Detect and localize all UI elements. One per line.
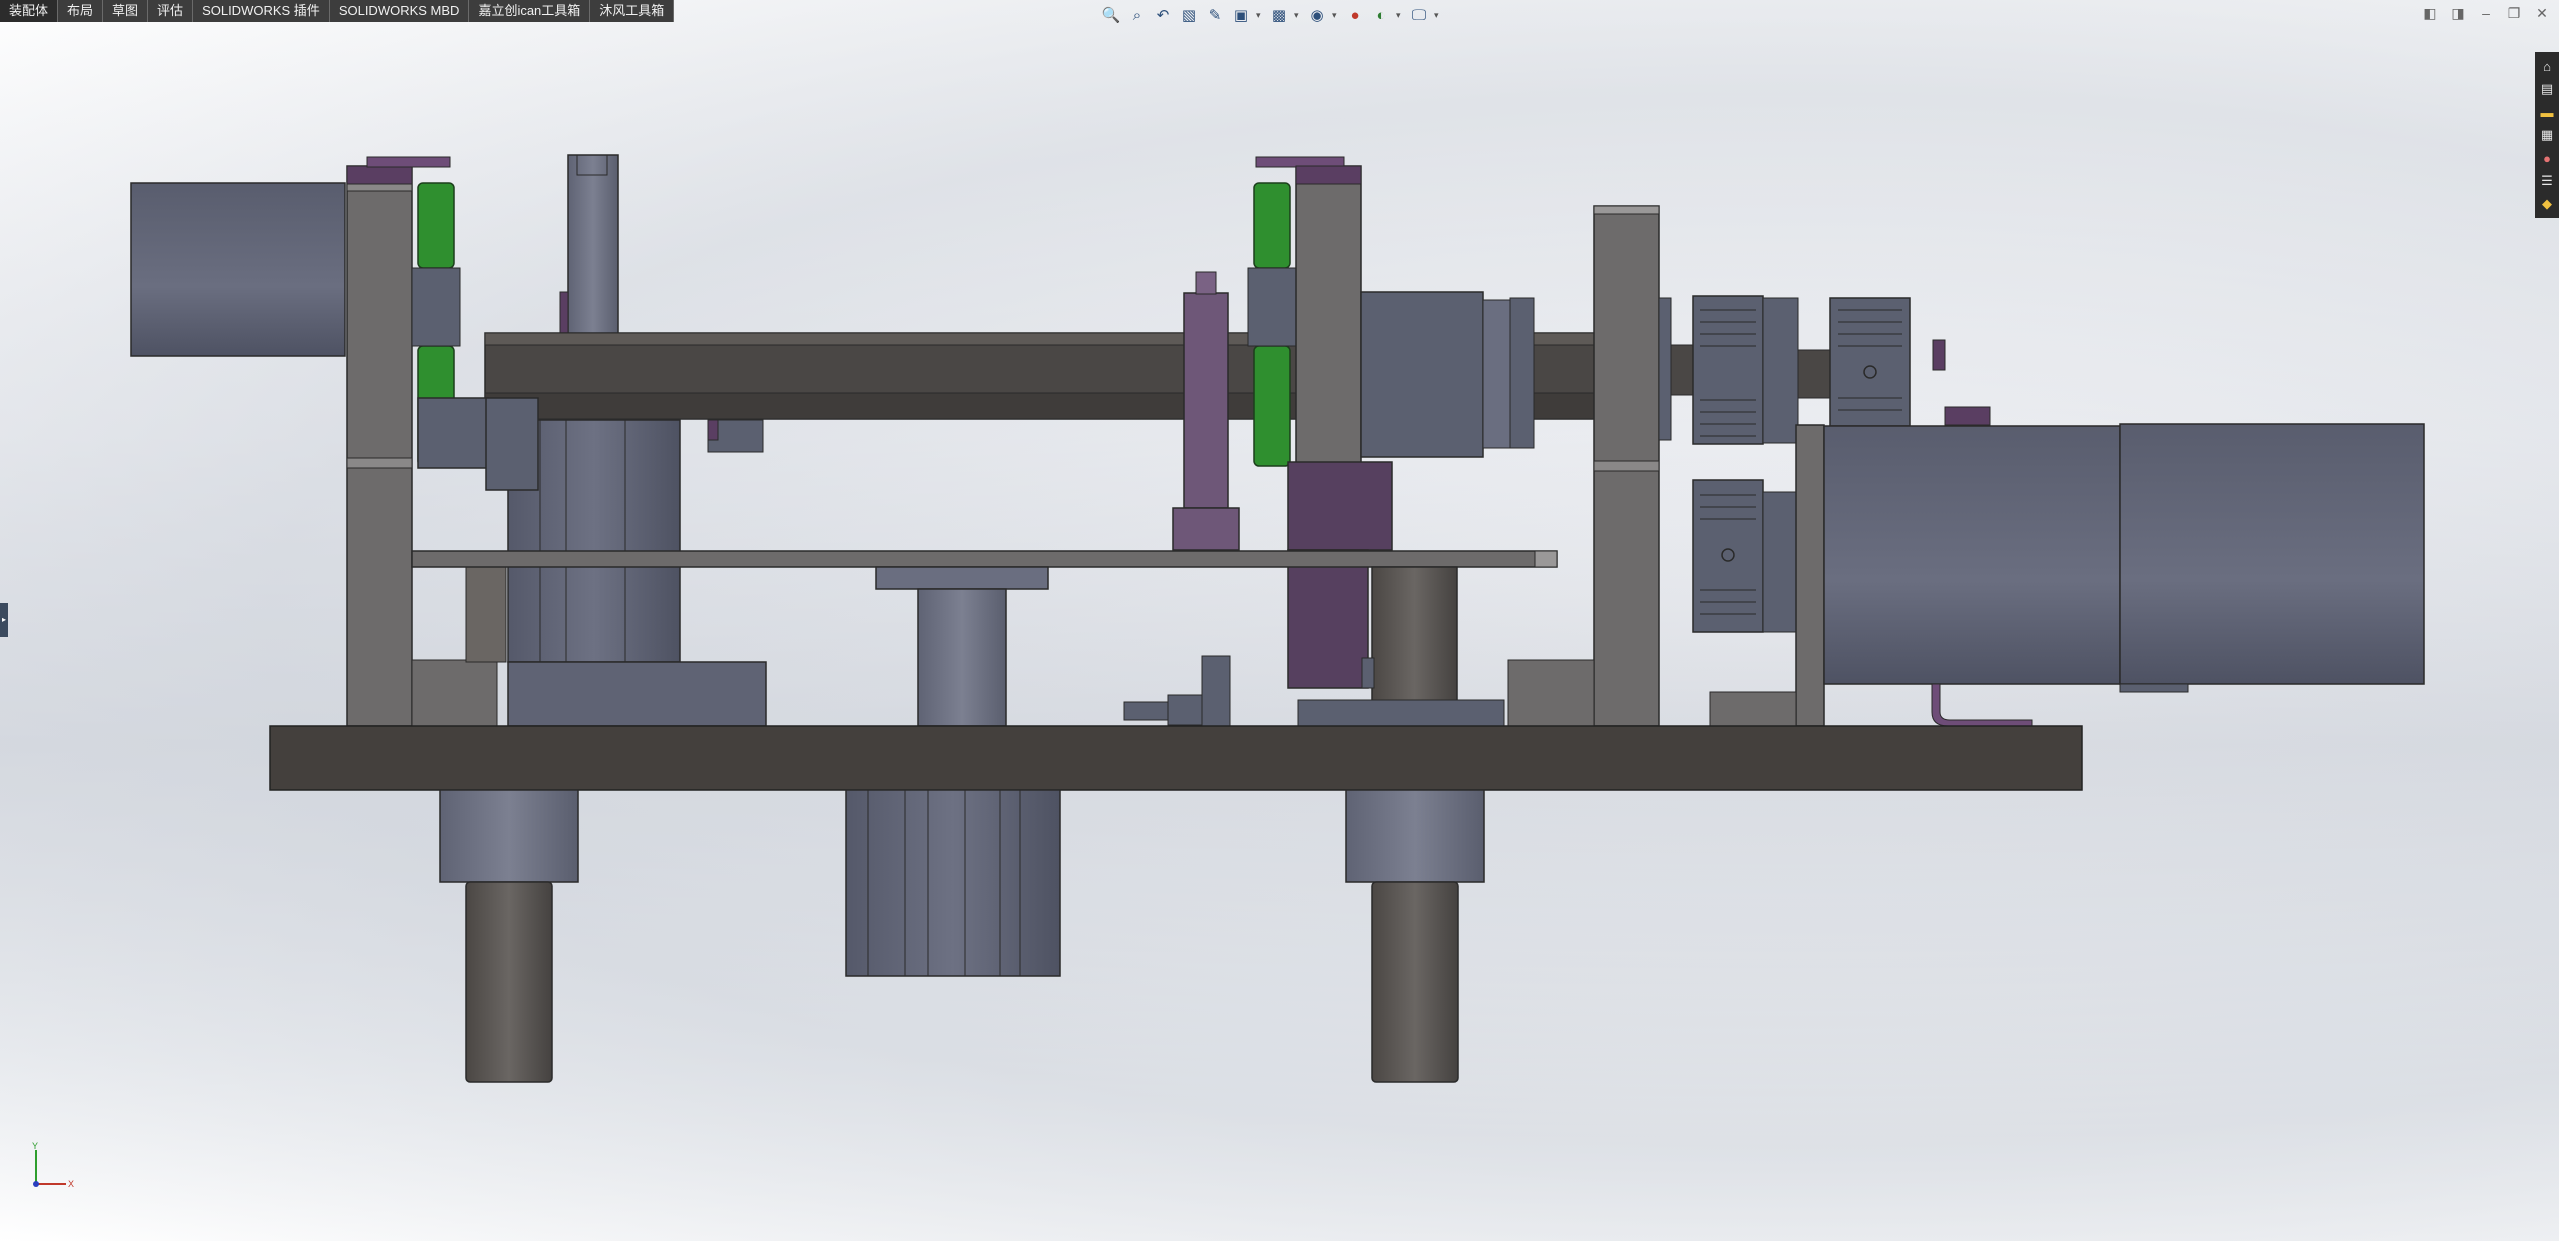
horizontal-plate[interactable]: [411, 550, 1558, 568]
triad-y-label: Y: [32, 1142, 38, 1151]
base-plate[interactable]: [269, 725, 2083, 791]
right-leg[interactable]: [1345, 789, 1485, 1083]
right-vertical-bracket[interactable]: [1507, 205, 1660, 727]
left-clamp-purple[interactable]: [346, 156, 451, 185]
right-bearing-housing[interactable]: [1360, 291, 1535, 458]
timing-pulley-lower[interactable]: [1692, 479, 1799, 633]
bottom-lift-cylinder[interactable]: [845, 789, 1061, 977]
center-column[interactable]: [875, 566, 1049, 727]
assembly-model-view[interactable]: [0, 0, 2559, 1241]
vertical-post-rod[interactable]: [559, 154, 619, 336]
small-purple-tab[interactable]: [1932, 339, 1991, 426]
left-gearmotor[interactable]: [130, 182, 346, 357]
right-roller-green[interactable]: [1247, 182, 1297, 467]
z-axis-icon: [33, 1181, 39, 1187]
right-servo-motor[interactable]: [1823, 423, 2425, 727]
left-leg[interactable]: [439, 789, 579, 1083]
reference-triad: Y X: [32, 1142, 74, 1189]
triad-x-label: X: [68, 1179, 74, 1189]
